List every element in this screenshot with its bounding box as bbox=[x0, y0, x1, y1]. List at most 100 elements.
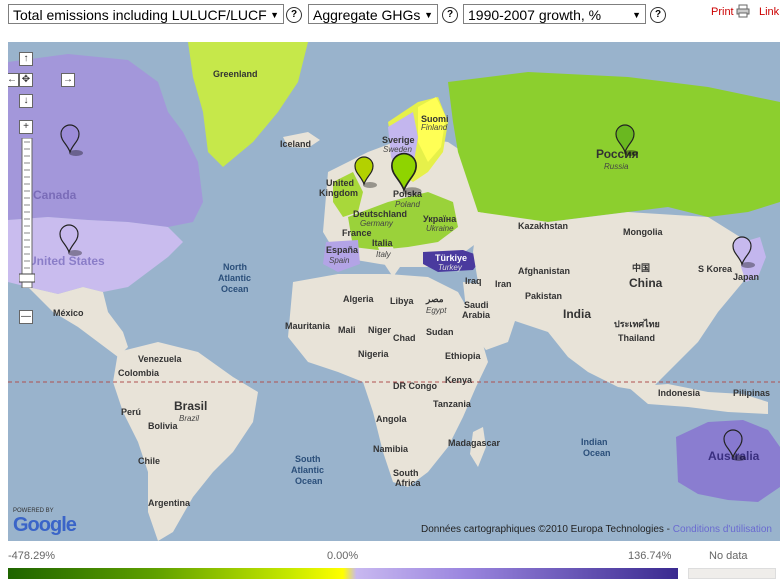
label-venezuela: Venezuela bbox=[138, 354, 183, 364]
map-canvas: Greenland Iceland Suomi Finland Sverige … bbox=[8, 42, 780, 541]
label-thailand-native: ประเทศไทย bbox=[614, 318, 660, 329]
label-kazakhstan: Kazakhstan bbox=[518, 221, 568, 231]
label-libya: Libya bbox=[390, 296, 415, 306]
label-turkey: Turkey bbox=[438, 263, 463, 272]
label-philippines: Pilipinas bbox=[733, 388, 770, 398]
zoom-in-button[interactable]: + bbox=[19, 120, 33, 134]
label-ethiopia: Ethiopia bbox=[445, 351, 481, 361]
label-canada: Canada bbox=[33, 188, 77, 202]
label-mali: Mali bbox=[338, 325, 356, 335]
label-peru: Perú bbox=[121, 407, 141, 417]
google-logo[interactable]: POWERED BY Google bbox=[13, 508, 77, 537]
label-tanzania: Tanzania bbox=[433, 399, 472, 409]
indicator-value: Total emissions including LULUCF/LUCF bbox=[13, 7, 267, 23]
label-finland: Finland bbox=[421, 123, 448, 132]
label-pakistan: Pakistan bbox=[525, 291, 562, 301]
label-united-states: United States bbox=[28, 254, 105, 268]
label-poland: Poland bbox=[395, 200, 420, 209]
toolbar: Total emissions including LULUCF/LUCF ▼ … bbox=[0, 0, 782, 40]
chevron-down-icon: ▼ bbox=[632, 10, 641, 20]
label-indian-ocean-2: Ocean bbox=[583, 448, 611, 458]
legend-no-data: No data bbox=[709, 550, 748, 562]
label-china-native: 中国 bbox=[632, 262, 650, 273]
indicator-help-icon[interactable]: ? bbox=[286, 7, 302, 23]
gas-help-icon[interactable]: ? bbox=[442, 7, 458, 23]
pan-down-button[interactable]: ↓ bbox=[19, 94, 33, 108]
printer-icon[interactable] bbox=[736, 4, 750, 18]
label-colombia: Colombia bbox=[118, 368, 160, 378]
link-link[interactable]: Link bbox=[759, 6, 779, 18]
label-angola: Angola bbox=[376, 414, 407, 424]
pan-left-button[interactable]: ← bbox=[8, 73, 19, 87]
label-egypt: Egypt bbox=[426, 306, 447, 315]
label-saudi-2: Arabia bbox=[462, 310, 491, 320]
label-indian-ocean-1: Indian bbox=[581, 437, 608, 447]
label-south-atlantic-3: Ocean bbox=[295, 476, 323, 486]
label-iceland: Iceland bbox=[280, 139, 311, 149]
label-mongolia: Mongolia bbox=[623, 227, 663, 237]
label-chad: Chad bbox=[393, 333, 416, 343]
label-espana: España bbox=[326, 245, 359, 255]
gas-value: Aggregate GHGs bbox=[313, 7, 421, 23]
label-kenya: Kenya bbox=[445, 375, 473, 385]
chevron-down-icon: ▼ bbox=[270, 10, 279, 20]
label-spain: Spain bbox=[329, 256, 350, 265]
pan-center-button[interactable]: ✥ bbox=[19, 73, 33, 87]
label-south-atlantic-1: South bbox=[295, 454, 321, 464]
legend-gradient bbox=[8, 568, 678, 579]
label-sudan: Sudan bbox=[426, 327, 454, 337]
period-select[interactable]: 1990-2007 growth, % ▼ bbox=[463, 4, 646, 24]
legend-mid: 0.00% bbox=[327, 550, 359, 562]
label-thailand: Thailand bbox=[618, 333, 655, 343]
label-drcongo: DR Congo bbox=[393, 381, 437, 391]
world-map[interactable]: Greenland Iceland Suomi Finland Sverige … bbox=[8, 42, 780, 541]
gas-select[interactable]: Aggregate GHGs ▼ bbox=[308, 4, 438, 24]
legend-no-data-swatch bbox=[688, 568, 776, 579]
label-chile: Chile bbox=[138, 456, 160, 466]
label-north-atlantic-3: Ocean bbox=[221, 284, 249, 294]
label-france: France bbox=[342, 228, 372, 238]
legend-min: -478.29% bbox=[8, 550, 56, 562]
label-madagascar: Madagascar bbox=[448, 438, 501, 448]
label-ukraina: Україна bbox=[423, 214, 457, 224]
zoom-slider-handle[interactable] bbox=[19, 273, 35, 283]
label-india: India bbox=[563, 307, 591, 321]
label-kingdom: Kingdom bbox=[319, 188, 358, 198]
pan-right-button[interactable]: → bbox=[61, 73, 75, 87]
color-legend: -478.29% 0.00% 136.74% No data bbox=[0, 545, 782, 585]
label-algeria: Algeria bbox=[343, 294, 375, 304]
legend-max: 136.74% bbox=[628, 550, 672, 562]
terms-link[interactable]: Conditions d'utilisation bbox=[673, 524, 772, 535]
label-sweden: Sweden bbox=[383, 145, 412, 154]
label-south-africa-1: South bbox=[393, 468, 419, 478]
label-japan: Japan bbox=[733, 272, 759, 282]
print-link[interactable]: Print bbox=[711, 6, 734, 18]
label-brazil: Brazil bbox=[179, 414, 199, 423]
label-united: United bbox=[326, 178, 354, 188]
label-indonesia: Indonesia bbox=[658, 388, 701, 398]
attribution-text: Données cartographiques ©2010 Europa Tec… bbox=[420, 524, 664, 535]
zoom-slider[interactable] bbox=[19, 138, 35, 288]
period-help-icon[interactable]: ? bbox=[650, 7, 666, 23]
label-saudi-1: Saudi bbox=[464, 300, 489, 310]
zoom-out-button[interactable]: — bbox=[19, 310, 33, 324]
label-turkiye: Türkiye bbox=[435, 253, 467, 263]
label-north-atlantic-2: Atlantic bbox=[218, 273, 251, 283]
label-bolivia: Bolivia bbox=[148, 421, 179, 431]
label-nigeria: Nigeria bbox=[358, 349, 390, 359]
label-greenland: Greenland bbox=[213, 69, 258, 79]
label-italia: Italia bbox=[372, 238, 394, 248]
label-sverige: Sverige bbox=[382, 135, 415, 145]
google-wordmark: Google bbox=[13, 514, 77, 536]
label-egypt-native: مصر bbox=[425, 294, 444, 305]
pan-up-button[interactable]: ↑ bbox=[19, 52, 33, 66]
label-argentina: Argentina bbox=[148, 498, 191, 508]
indicator-select[interactable]: Total emissions including LULUCF/LUCF ▼ bbox=[8, 4, 284, 24]
label-mauritania: Mauritania bbox=[285, 321, 331, 331]
label-italy: Italy bbox=[376, 250, 392, 259]
label-ukraine: Ukraine bbox=[426, 224, 454, 233]
chevron-down-icon: ▼ bbox=[424, 10, 433, 20]
map-attribution: Données cartographiques ©2010 Europa Tec… bbox=[420, 524, 772, 535]
label-brasil: Brasil bbox=[174, 399, 207, 413]
label-namibia: Namibia bbox=[373, 444, 409, 454]
